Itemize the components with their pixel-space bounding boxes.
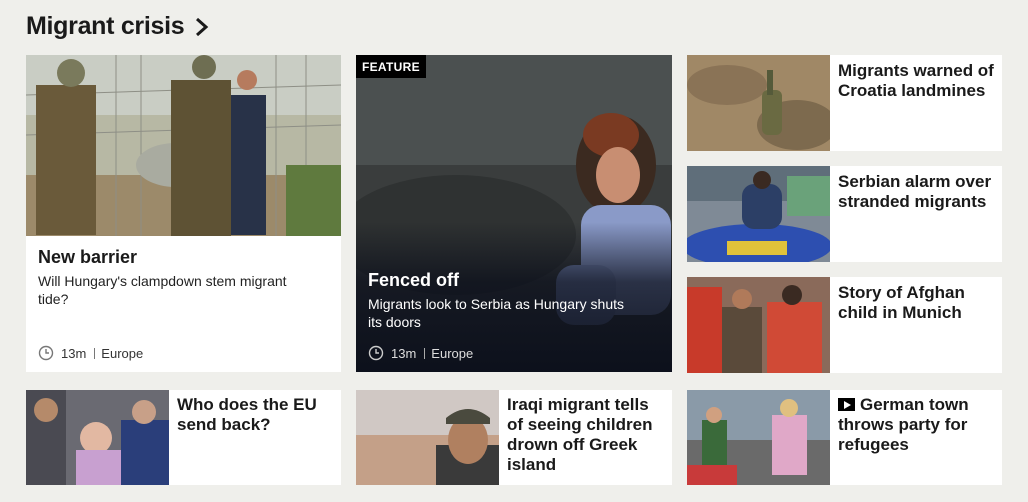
feature-story-card[interactable]: FEATURE Fenced off Migrants look to Serb… <box>356 55 672 372</box>
meta-divider <box>94 347 96 359</box>
bottom-story-image[interactable] <box>26 390 169 485</box>
side-story-headline[interactable]: Migrants warned of Croatia landmines <box>838 61 998 101</box>
bottom-story-headline[interactable]: German town throws party for refugees <box>838 395 998 455</box>
section-title-link[interactable]: Migrant crisis <box>26 12 210 41</box>
feature-story-meta: 13m Europe <box>368 345 473 361</box>
bottom-story-card[interactable]: Iraqi migrant tells of seeing children d… <box>356 390 672 485</box>
lead-story-card[interactable]: New barrier Will Hungary's clampdown ste… <box>26 55 341 372</box>
side-story-headline[interactable]: Serbian alarm over stranded migrants <box>838 172 998 212</box>
clock-icon <box>368 345 384 361</box>
side-story-card[interactable]: Migrants warned of Croatia landmines <box>687 55 1002 151</box>
bottom-story-card[interactable]: German town throws party for refugees <box>687 390 1002 485</box>
bottom-story-headline[interactable]: Iraqi migrant tells of seeing children d… <box>507 395 667 475</box>
bottom-story-headline[interactable]: Who does the EU send back? <box>177 395 337 435</box>
section-title[interactable]: Migrant crisis <box>26 12 185 41</box>
lead-story-headline[interactable]: New barrier <box>38 247 137 267</box>
side-story-image[interactable] <box>687 55 830 151</box>
timestamp: 13m <box>391 345 417 361</box>
feature-story-summary: Migrants look to Serbia as Hungary shuts… <box>368 296 625 330</box>
bottom-story-image[interactable] <box>687 390 830 485</box>
clock-icon <box>38 345 54 361</box>
side-story-headline[interactable]: Story of Afghan child in Munich <box>838 283 998 323</box>
feature-story-headline[interactable]: Fenced off <box>368 270 459 290</box>
chevron-right-icon <box>196 17 209 36</box>
side-story-card[interactable]: Story of Afghan child in Munich <box>687 277 1002 373</box>
bottom-story-card[interactable]: Who does the EU send back? <box>26 390 341 485</box>
bottom-story-headline-text[interactable]: German town throws party for refugees <box>838 395 969 454</box>
play-icon <box>838 398 855 411</box>
bottom-story-image[interactable] <box>356 390 499 485</box>
lead-story-meta: 13m Europe <box>38 345 143 361</box>
side-story-image[interactable] <box>687 166 830 262</box>
timestamp: 13m <box>61 345 87 361</box>
meta-divider <box>424 347 426 359</box>
feature-badge: FEATURE <box>356 55 426 78</box>
section-tag[interactable]: Europe <box>101 346 143 361</box>
side-story-image[interactable] <box>687 277 830 373</box>
section-tag[interactable]: Europe <box>431 346 473 361</box>
side-story-card[interactable]: Serbian alarm over stranded migrants <box>687 166 1002 262</box>
lead-story-image[interactable] <box>26 55 341 236</box>
lead-story-summary: Will Hungary's clampdown stem migrant ti… <box>38 273 287 307</box>
